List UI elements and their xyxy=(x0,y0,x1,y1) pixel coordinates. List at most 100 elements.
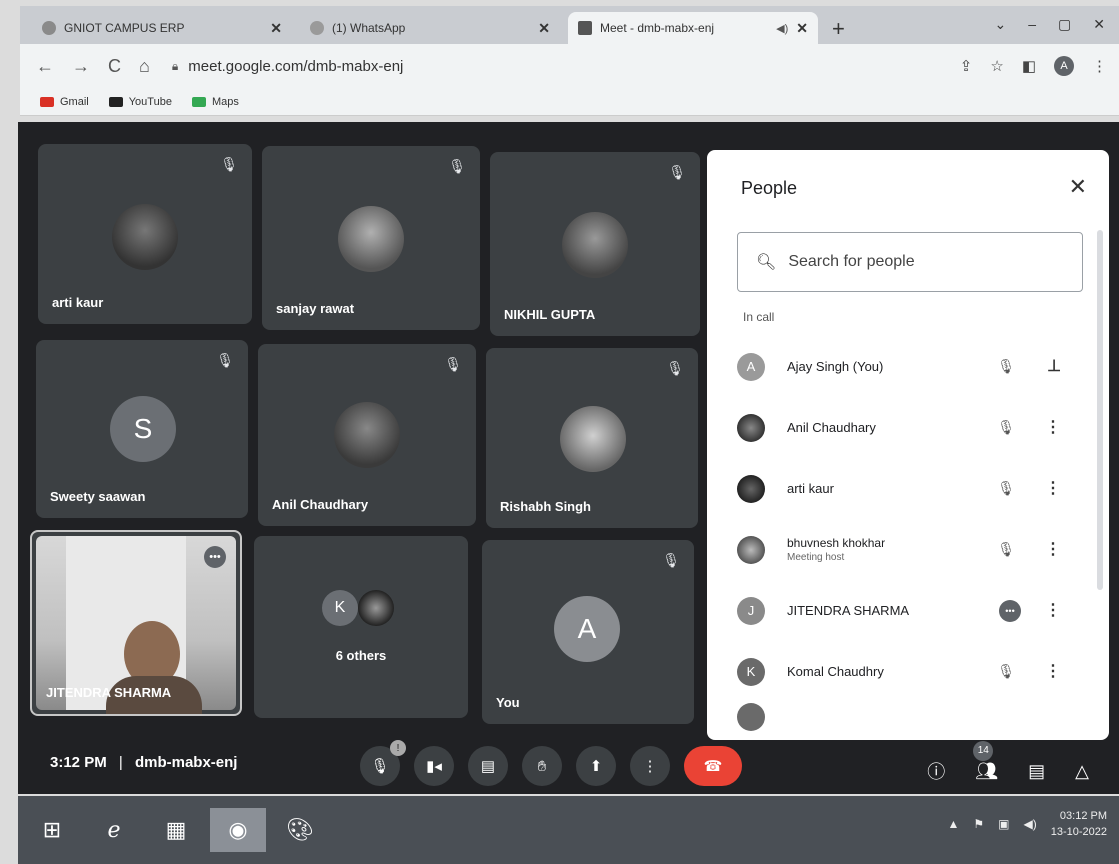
internet-explorer-icon: e xyxy=(107,817,121,843)
participant-row[interactable]: arti kaur 🎙︎ ⋮ xyxy=(737,458,1087,519)
side-panel-icon[interactable]: ◧ xyxy=(1022,57,1036,75)
bookmark-gmail[interactable]: Gmail xyxy=(40,96,89,108)
new-tab-button[interactable]: + xyxy=(832,16,845,42)
participant-name: Anil Chaudhary xyxy=(272,497,369,512)
activities-icon: △ xyxy=(1075,760,1089,781)
participant-row[interactable]: J JITENDRA SHARMA ••• ⋮ xyxy=(737,580,1087,641)
bookmark-youtube[interactable]: YouTube xyxy=(108,96,172,108)
participant-name: sanjay rawat xyxy=(276,301,355,316)
participant-tile[interactable]: 🎙︎ sanjay rawat xyxy=(262,146,480,330)
start-button[interactable]: ⊞ xyxy=(24,808,80,852)
bookmark-star-icon[interactable]: ☆ xyxy=(990,57,1003,75)
lock-icon[interactable]: 🔒︎ xyxy=(172,59,178,74)
mic-off-icon: 🎙︎ xyxy=(997,358,1015,374)
chat-button[interactable]: ▤ xyxy=(1028,761,1045,782)
activities-button[interactable]: △ xyxy=(1075,761,1089,782)
mic-off-icon: 🎙︎ xyxy=(216,352,234,368)
people-panel: People ✕ 🔍︎ Search for people In call A … xyxy=(707,150,1109,740)
participant-tile[interactable]: 🎙︎ Rishabh Singh xyxy=(486,348,698,528)
leave-call-button[interactable]: ☎ xyxy=(684,746,742,786)
gmail-icon xyxy=(40,96,54,107)
share-icon[interactable]: ⇪ xyxy=(960,57,973,75)
taskbar-excel[interactable]: ▦ xyxy=(148,808,204,852)
close-tab-icon[interactable]: ✕ xyxy=(538,20,550,37)
participant-row[interactable]: K Komal Chaudhry 🎙︎ ⋮ xyxy=(737,641,1087,702)
taskbar-ie[interactable]: e xyxy=(86,808,142,852)
tab-search-icon[interactable]: ⌄ xyxy=(995,16,1007,33)
window-controls: ⌄ – ▢ ✕ xyxy=(995,16,1106,33)
taskbar-chrome[interactable]: ◉ xyxy=(210,808,266,852)
self-tile[interactable]: A 🎙︎ You xyxy=(482,540,694,724)
menu-kebab-icon[interactable]: ⋮ xyxy=(1092,57,1107,75)
participant-name-block: bhuvnesh khokhar Meeting host xyxy=(787,536,885,563)
participant-avatar: S xyxy=(110,396,176,462)
maps-icon xyxy=(191,96,206,107)
tab-whatsapp[interactable]: (1) WhatsApp ✕ xyxy=(300,12,560,44)
back-icon[interactable]: ← xyxy=(36,56,54,77)
participant-row[interactable]: A Ajay Singh (You) 🎙︎ ⊥ xyxy=(737,336,1087,397)
forward-icon[interactable]: → xyxy=(72,56,90,77)
camera-toggle-button[interactable]: ▮◂ xyxy=(414,746,454,786)
tab-audio-icon[interactable]: ◀) xyxy=(776,22,788,35)
system-clock[interactable]: 03:12 PM 13-10-2022 xyxy=(1051,808,1107,840)
more-vert-icon[interactable]: ⋮ xyxy=(1045,539,1061,559)
participant-tile[interactable]: 🎙︎ arti kaur xyxy=(38,144,252,324)
participant-name: JITENDRA SHARMA xyxy=(787,603,910,618)
pin-icon[interactable]: ⊥ xyxy=(1047,356,1061,376)
people-button[interactable]: 14 👥︎ xyxy=(973,740,998,782)
minimize-icon[interactable]: – xyxy=(1028,16,1036,33)
profile-avatar[interactable]: A xyxy=(1054,56,1074,76)
participant-tile[interactable]: S 🎙︎ Sweety saawan xyxy=(36,340,248,518)
present-button[interactable]: ⬆ xyxy=(576,746,616,786)
participant-photo xyxy=(338,206,404,272)
mic-off-icon: 🎙︎ xyxy=(668,164,686,180)
tab-meet[interactable]: Meet - dmb-mabx-enj ◀) ✕ xyxy=(568,12,818,44)
close-icon[interactable]: ✕ xyxy=(1069,174,1087,200)
participant-row-partial[interactable] xyxy=(737,702,1087,732)
participant-tile[interactable]: 🎙︎ NIKHIL GUPTA xyxy=(490,152,700,336)
participant-photo xyxy=(334,402,400,468)
maximize-icon[interactable]: ▢ xyxy=(1058,16,1071,33)
more-vert-icon[interactable]: ⋮ xyxy=(1045,661,1061,681)
participant-name: Rishabh Singh xyxy=(500,499,591,514)
more-vert-icon[interactable]: ⋮ xyxy=(1045,478,1061,498)
address-bar[interactable]: 🔒︎ meet.google.com/dmb-mabx-enj xyxy=(172,58,404,75)
mic-toggle-button[interactable]: 🎙︎ ! xyxy=(360,740,406,786)
close-tab-icon[interactable]: ✕ xyxy=(796,20,808,37)
participant-avatar: K xyxy=(737,657,765,686)
captions-button[interactable]: ▤ xyxy=(468,746,508,786)
tab-title: (1) WhatsApp xyxy=(332,21,406,35)
mic-off-icon: 🎙︎ xyxy=(997,541,1015,557)
close-tab-icon[interactable]: ✕ xyxy=(270,20,282,37)
participant-tile-video[interactable]: ••• JITENDRA SHARMA xyxy=(30,530,242,716)
mic-off-icon: 🎙︎ xyxy=(997,663,1015,679)
reload-icon[interactable]: C xyxy=(108,56,121,77)
people-scrollbar[interactable] xyxy=(1097,230,1103,590)
raise-hand-button[interactable]: ✋︎ xyxy=(522,746,562,786)
network-icon[interactable]: ▣ xyxy=(998,817,1009,831)
speaking-indicator-icon: ••• xyxy=(999,600,1021,622)
more-options-button[interactable]: ⋮ xyxy=(630,746,670,786)
more-vert-icon[interactable]: ⋮ xyxy=(1045,600,1061,620)
others-count-label: 6 others xyxy=(335,648,387,663)
taskbar-paint[interactable]: 🎨︎ xyxy=(272,808,328,852)
chat-icon: ▤ xyxy=(1028,760,1046,781)
participant-row[interactable]: Anil Chaudhary 🎙︎ ⋮ xyxy=(737,397,1087,458)
volume-icon[interactable]: ◀) xyxy=(1023,817,1036,831)
more-vert-icon[interactable]: ⋮ xyxy=(1045,417,1061,437)
meeting-info-button[interactable]: ⓘ xyxy=(927,758,945,784)
others-tile[interactable]: K 6 others xyxy=(254,536,468,718)
paint-icon: 🎨︎ xyxy=(286,817,314,842)
tab-gniot-erp[interactable]: GNIOT CAMPUS ERP ✕ xyxy=(32,12,292,44)
tray-flag-icon[interactable]: ⚑ xyxy=(973,817,984,831)
meeting-time: 3:12 PM xyxy=(50,754,107,771)
participant-tile[interactable]: 🎙︎ Anil Chaudhary xyxy=(258,344,476,526)
bookmark-label: Maps xyxy=(211,95,239,108)
bookmark-maps[interactable]: Maps xyxy=(191,95,239,108)
tray-overflow-icon[interactable]: ▲ xyxy=(947,817,959,831)
home-icon[interactable]: ⌂ xyxy=(139,56,150,77)
search-people-input[interactable]: 🔍︎ Search for people xyxy=(737,232,1083,292)
participant-row[interactable]: bhuvnesh khokhar Meeting host 🎙︎ ⋮ xyxy=(737,519,1087,580)
hand-icon: ✋︎ xyxy=(537,757,547,775)
close-window-icon[interactable]: ✕ xyxy=(1093,16,1105,33)
